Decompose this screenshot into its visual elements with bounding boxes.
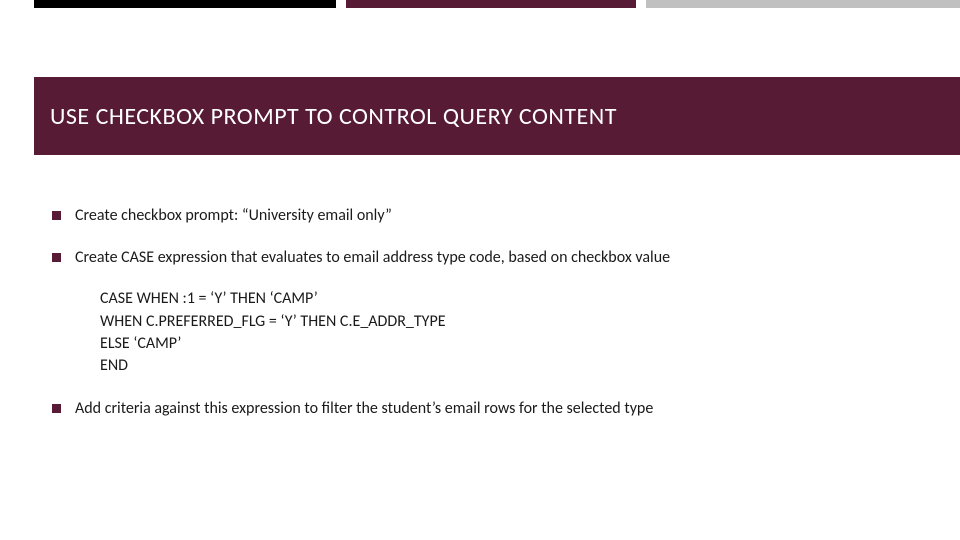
- bullet-square-icon: [52, 253, 61, 262]
- code-line: ELSE ‘CAMP’: [100, 333, 920, 355]
- bullet-item: Add criteria against this expression to …: [52, 398, 920, 420]
- accent-segment-black: [34, 0, 336, 8]
- bullet-item: Create CASE expression that evaluates to…: [52, 247, 920, 269]
- bullet-square-icon: [52, 211, 61, 220]
- code-line: WHEN C.PREFERRED_FLG = ‘Y’ THEN C.E_ADDR…: [100, 311, 920, 333]
- accent-segment-maroon: [346, 0, 636, 8]
- slide-title: USE CHECKBOX PROMPT TO CONTROL QUERY CON…: [50, 102, 617, 131]
- title-band: USE CHECKBOX PROMPT TO CONTROL QUERY CON…: [34, 77, 960, 155]
- bullet-text: Create checkbox prompt: “University emai…: [75, 205, 392, 227]
- code-line: CASE WHEN :1 = ‘Y’ THEN ‘CAMP’: [100, 288, 920, 310]
- bullet-item: Create checkbox prompt: “University emai…: [52, 205, 920, 227]
- slide-content: Create checkbox prompt: “University emai…: [52, 205, 920, 439]
- bullet-text: Create CASE expression that evaluates to…: [75, 247, 670, 269]
- bullet-square-icon: [52, 404, 61, 413]
- accent-segment-gray: [646, 0, 960, 8]
- code-block: CASE WHEN :1 = ‘Y’ THEN ‘CAMP’ WHEN C.PR…: [100, 288, 920, 378]
- bullet-text: Add criteria against this expression to …: [75, 398, 653, 420]
- code-line: END: [100, 355, 920, 377]
- top-accent-bar: [34, 0, 960, 8]
